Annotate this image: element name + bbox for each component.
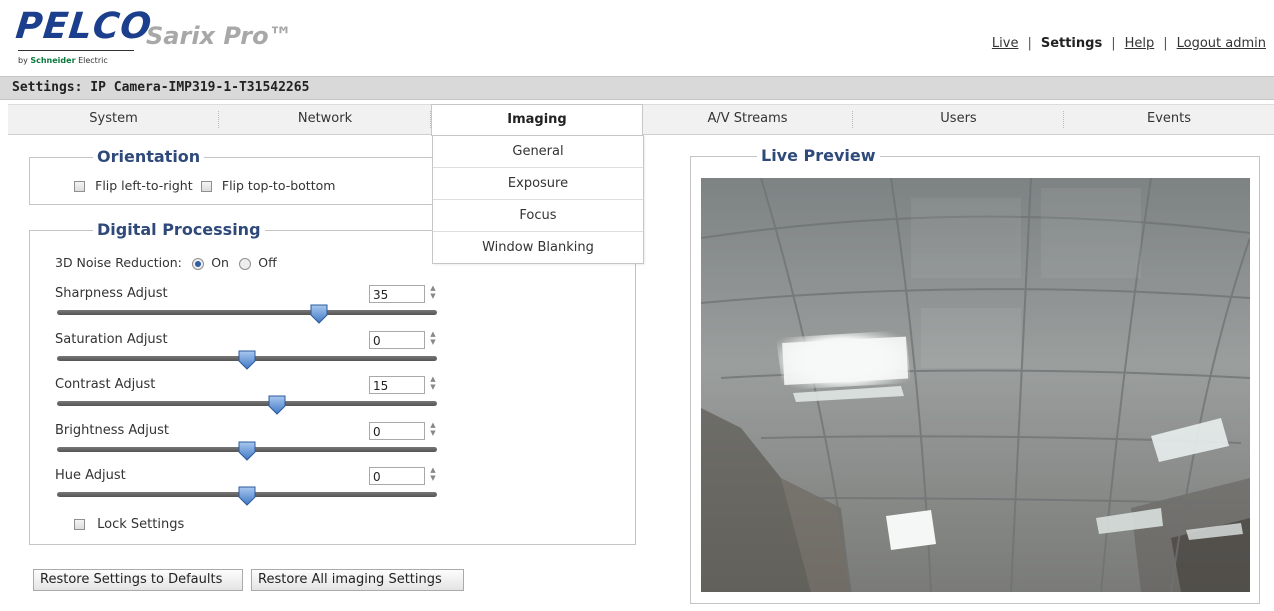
menu-item-focus[interactable]: Focus <box>433 200 643 232</box>
slider-value-input[interactable]: 0 <box>369 330 425 349</box>
flip-top-bottom-label: Flip top-to-bottom <box>221 178 336 193</box>
slider-thumb[interactable] <box>238 486 256 506</box>
nav-separator: | <box>1163 36 1168 51</box>
slider-thumb[interactable] <box>238 350 256 370</box>
nav-separator: | <box>1027 36 1032 51</box>
slider-track[interactable] <box>57 401 437 406</box>
spinner-arrows-icon[interactable]: ▲ ▼ <box>428 330 438 348</box>
slider-value-input[interactable]: 0 <box>369 421 425 440</box>
settings-link[interactable]: Settings <box>1041 36 1102 51</box>
noise-reduction-row: 3D Noise Reduction: On Off <box>55 255 277 271</box>
brand-name: PELCO <box>13 6 155 47</box>
tab-av-streams[interactable]: A/V Streams <box>642 105 853 134</box>
tab-users[interactable]: Users <box>853 105 1064 134</box>
tab-label: Imaging <box>507 112 567 127</box>
slider-label: Saturation Adjust <box>55 331 168 347</box>
flip-left-right-label: Flip left-to-right <box>95 178 193 193</box>
noise-on-label: On <box>211 255 229 270</box>
digital-processing-group: Digital Processing 3D Noise Reduction: O… <box>29 220 636 545</box>
tab-system[interactable]: System <box>8 105 219 134</box>
tab-label: Users <box>940 111 977 126</box>
spinner-arrows-icon[interactable]: ▲ ▼ <box>428 375 438 393</box>
flip-top-bottom-checkbox[interactable] <box>200 181 212 192</box>
spinner-arrows-icon[interactable]: ▲ ▼ <box>428 284 438 302</box>
noise-off-label: Off <box>258 255 277 270</box>
tab-events[interactable]: Events <box>1064 105 1274 134</box>
ceiling-camera-image <box>701 178 1250 592</box>
byline-brand: Schneider <box>30 56 76 65</box>
help-link[interactable]: Help <box>1125 36 1155 51</box>
slider-track[interactable] <box>57 310 437 315</box>
tab-network[interactable]: Network <box>219 105 431 134</box>
byline-suffix: Electric <box>78 56 108 65</box>
spinner-arrows-icon[interactable]: ▲ ▼ <box>428 421 438 439</box>
byline-prefix: by <box>18 56 28 65</box>
slider-thumb[interactable] <box>310 304 328 324</box>
slider-value-input[interactable]: 0 <box>369 467 425 485</box>
nav-separator: | <box>1111 36 1116 51</box>
restore-defaults-button[interactable]: Restore Settings to Defaults <box>33 569 243 591</box>
digital-processing-legend: Digital Processing <box>93 220 265 239</box>
noise-off-radio[interactable] <box>239 257 252 270</box>
page-header: PELCO Sarix Pro™ by Schneider Electric L… <box>0 0 1274 74</box>
flip-left-right-checkbox[interactable] <box>74 181 85 192</box>
slider-label: Contrast Adjust <box>55 377 156 392</box>
noise-on-radio[interactable] <box>192 257 205 270</box>
slider-thumb[interactable] <box>238 441 256 461</box>
noise-reduction-label: 3D Noise Reduction: <box>55 255 182 270</box>
tab-imaging[interactable]: Imaging <box>431 104 643 136</box>
live-video-feed[interactable] <box>701 178 1250 592</box>
slider-label: Hue Adjust <box>55 468 126 483</box>
menu-item-general[interactable]: General <box>433 136 643 168</box>
live-link[interactable]: Live <box>992 36 1019 51</box>
menu-item-window-blanking[interactable]: Window Blanking <box>433 232 643 263</box>
slider-thumb[interactable] <box>268 395 286 415</box>
imaging-dropdown-menu: General Exposure Focus Window Blanking <box>432 135 644 264</box>
orientation-legend: Orientation <box>93 147 205 166</box>
slider-label: Brightness Adjust <box>55 422 170 438</box>
page-title: Settings: IP Camera-IMP319-1-T31542265 <box>12 80 310 95</box>
slider-value-input[interactable]: 35 <box>369 285 425 303</box>
tab-label: Events <box>1146 111 1191 126</box>
pelco-logo: PELCO Sarix Pro™ by Schneider Electric <box>14 6 314 68</box>
lock-settings-label: Lock Settings <box>97 517 185 532</box>
product-name: Sarix Pro™ <box>146 22 293 50</box>
main-tabs: System Network Imaging A/V Streams Users… <box>8 104 1274 136</box>
settings-title-bar: Settings: IP Camera-IMP319-1-T31542265 <box>0 76 1274 100</box>
tab-label: A/V Streams <box>707 111 788 126</box>
live-preview-legend: Live Preview <box>757 146 880 165</box>
slider-value-input[interactable]: 15 <box>369 376 425 394</box>
slider-label: Sharpness Adjust <box>55 286 168 301</box>
spinner-arrows-icon[interactable]: ▲ ▼ <box>428 466 438 484</box>
live-preview-group: Live Preview <box>690 146 1260 604</box>
logo-rule <box>18 50 134 51</box>
restore-imaging-button[interactable]: Restore All imaging Settings <box>251 569 464 591</box>
logout-link[interactable]: Logout admin <box>1177 36 1266 51</box>
top-nav: Live | Settings | Help | Logout admin <box>992 36 1266 51</box>
tab-label: Network <box>297 111 353 126</box>
orientation-options: Flip left-to-right Flip top-to-bottom <box>74 178 335 194</box>
lock-settings-checkbox[interactable] <box>74 519 85 530</box>
byline: by Schneider Electric <box>18 56 108 65</box>
menu-item-exposure[interactable]: Exposure <box>433 168 643 200</box>
lock-settings-row: Lock Settings <box>74 517 184 532</box>
tab-label: System <box>89 111 138 126</box>
